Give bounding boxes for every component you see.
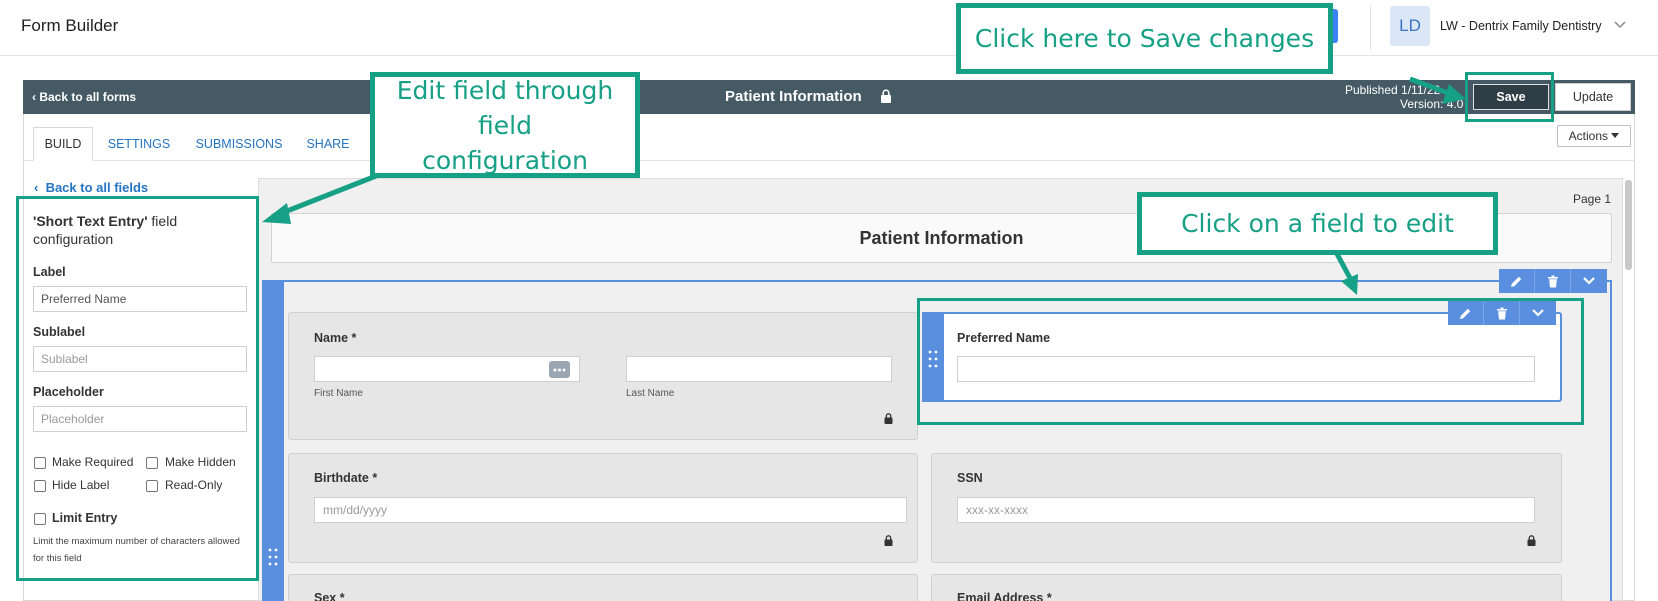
arrow-to-field [1333,250,1353,280]
arrow-to-save-head [1442,84,1466,104]
save-callout: Click here to Save changes [956,3,1333,74]
annotation-arrows [262,76,1466,295]
arrow-to-config [281,173,377,216]
click-field-callout: Click on a field to edit [1137,192,1498,255]
edit-config-callout: Edit field through field configuration [370,72,640,178]
arrow-to-save [1409,76,1449,96]
arrow-to-config-head [262,203,291,224]
